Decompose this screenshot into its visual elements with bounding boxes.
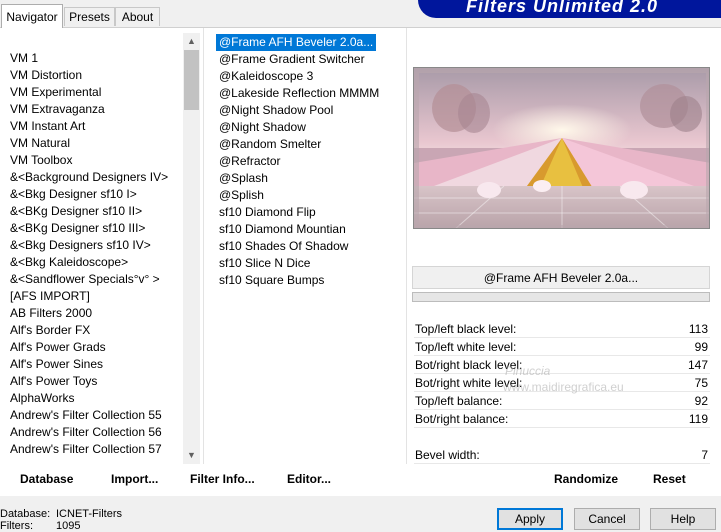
filter-item[interactable]: @Lakeside Reflection MMMM: [219, 85, 379, 102]
scroll-up-icon[interactable]: ▲: [183, 33, 200, 50]
category-item[interactable]: VM Instant Art: [10, 118, 85, 135]
param-label: Top/left black level:: [415, 322, 517, 336]
param-slider[interactable]: [414, 463, 710, 464]
category-item[interactable]: VM Natural: [10, 135, 70, 152]
database-status: Database: ICNET-Filters: [0, 508, 122, 520]
category-item[interactable]: [AFS IMPORT]: [10, 288, 90, 305]
category-item[interactable]: Alf's Power Toys: [10, 373, 97, 390]
category-item[interactable]: VM 1: [10, 50, 38, 67]
watermark-name: Pinuccia: [505, 364, 551, 378]
divider: [406, 28, 407, 464]
app-title: Filters Unlimited 2.0: [466, 0, 659, 16]
filter-item[interactable]: sf10 Square Bumps: [219, 272, 324, 289]
filter-item[interactable]: @Frame AFH Beveler 2.0a...: [216, 34, 377, 51]
param-value: 113: [688, 322, 708, 336]
tab-presets[interactable]: Presets: [64, 7, 115, 26]
param-value: 75: [694, 376, 708, 390]
filter-item[interactable]: sf10 Slice N Dice: [219, 255, 310, 272]
param-label: Bevel width:: [415, 448, 480, 462]
category-item[interactable]: Andrew's Filter Collection 57: [10, 441, 162, 458]
category-item[interactable]: Alf's Power Grads: [10, 339, 106, 356]
selected-filter-name: @Frame AFH Beveler 2.0a...: [412, 266, 710, 289]
status-label: Filters:: [0, 520, 33, 532]
category-scrollbar[interactable]: ▲ ▼: [183, 33, 200, 464]
param-value: 92: [694, 394, 708, 408]
category-item[interactable]: &<BKg Designer sf10 II>: [10, 203, 142, 220]
help-button[interactable]: Help: [650, 508, 716, 530]
filter-info-button[interactable]: Filter Info...: [190, 470, 255, 488]
status-label: Database:: [0, 508, 51, 520]
cancel-button[interactable]: Cancel: [574, 508, 640, 530]
tulip-field-image: [414, 68, 709, 228]
scrollbar-thumb[interactable]: [184, 50, 199, 110]
filter-item[interactable]: sf10 Diamond Flip: [219, 204, 316, 221]
editor-button[interactable]: Editor...: [287, 470, 331, 488]
tab-navigator[interactable]: Navigator: [1, 4, 63, 28]
import-button[interactable]: Import...: [111, 470, 158, 488]
category-item[interactable]: &<BKg Designer sf10 III>: [10, 220, 145, 237]
database-button[interactable]: Database: [20, 470, 73, 488]
filter-item[interactable]: @Refractor: [219, 153, 281, 170]
preview-image: [413, 67, 710, 229]
param-value: 99: [694, 340, 708, 354]
filter-item[interactable]: sf10 Shades Of Shadow: [219, 238, 348, 255]
filter-item[interactable]: @Night Shadow: [219, 119, 306, 136]
category-item[interactable]: Andrew's Filter Collection 55: [10, 407, 162, 424]
param-slider[interactable]: [414, 427, 710, 428]
progress-bar: [412, 292, 710, 302]
randomize-button[interactable]: Randomize: [554, 470, 618, 488]
status-value: 1095: [56, 520, 81, 532]
param-row[interactable]: Top/left black level: 113: [414, 321, 710, 338]
filter-item[interactable]: @Frame Gradient Switcher: [219, 51, 365, 68]
scroll-down-icon[interactable]: ▼: [183, 447, 200, 464]
category-item[interactable]: VM Experimental: [10, 84, 101, 101]
tab-bar: Navigator Presets About: [0, 0, 400, 28]
param-value: 119: [688, 412, 708, 426]
category-item[interactable]: AlphaWorks: [10, 390, 74, 407]
param-row[interactable]: Bot/right balance: 119: [414, 411, 710, 428]
category-item[interactable]: Alf's Border FX: [10, 322, 90, 339]
category-item[interactable]: &<Bkg Kaleidoscope>: [10, 254, 128, 271]
param-value: 7: [701, 448, 708, 462]
filter-item[interactable]: @Random Smelter: [219, 136, 321, 153]
status-value: ICNET-Filters: [56, 508, 122, 520]
filter-item[interactable]: @Splish: [219, 187, 264, 204]
category-item[interactable]: VM Distortion: [10, 67, 82, 84]
tab-about[interactable]: About: [115, 7, 160, 26]
category-item[interactable]: AB Filters 2000: [10, 305, 92, 322]
filter-item[interactable]: @Splash: [219, 170, 268, 187]
category-item[interactable]: Alf's Power Sines: [10, 356, 103, 373]
param-value: 147: [687, 358, 708, 372]
param-bevel-width[interactable]: Bevel width: 7: [414, 447, 710, 464]
param-label: Bot/right balance:: [415, 412, 509, 426]
watermark: Pinuccia www.maidiregrafica.eu: [475, 340, 675, 410]
watermark-url: www.maidiregrafica.eu: [503, 380, 624, 394]
category-item[interactable]: VM Extravaganza: [10, 101, 105, 118]
filter-item[interactable]: sf10 Diamond Mountian: [219, 221, 346, 238]
category-list[interactable]: VM 1 VM Distortion VM Experimental VM Extra…: [0, 28, 183, 464]
category-item[interactable]: &<Bkg Designer sf10 I>: [10, 186, 137, 203]
category-item[interactable]: VM Toolbox: [10, 152, 72, 169]
filter-item[interactable]: @Kaleidoscope 3: [219, 68, 313, 85]
reset-button[interactable]: Reset: [653, 470, 686, 488]
category-item[interactable]: &<Sandflower Specials°v° >: [10, 271, 160, 288]
apply-button[interactable]: Apply: [497, 508, 563, 530]
category-item[interactable]: &<Bkg Designers sf10 IV>: [10, 237, 151, 254]
divider: [203, 28, 204, 464]
filters-status: Filters: 1095: [0, 520, 80, 532]
filter-item[interactable]: @Night Shadow Pool: [219, 102, 333, 119]
param-slider[interactable]: [414, 337, 710, 338]
app-title-banner: Filters Unlimited 2.0: [418, 0, 721, 18]
category-item[interactable]: &<Background Designers IV>: [10, 169, 168, 186]
category-item[interactable]: Andrew's Filter Collection 56: [10, 424, 162, 441]
